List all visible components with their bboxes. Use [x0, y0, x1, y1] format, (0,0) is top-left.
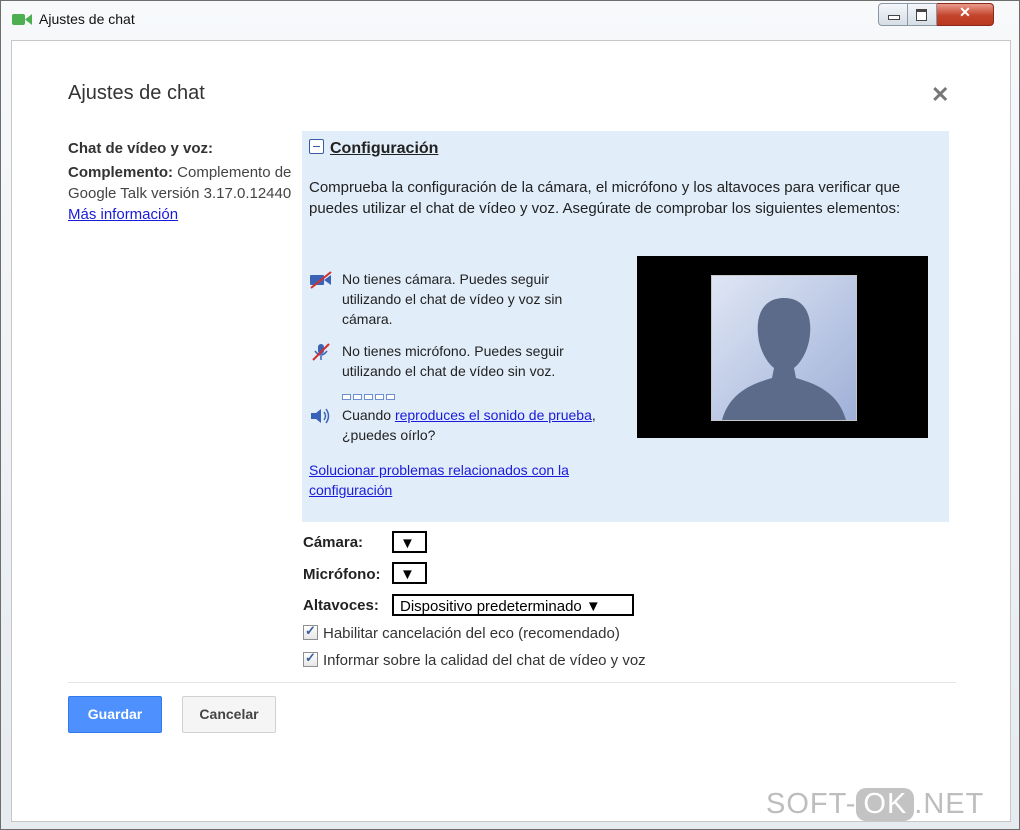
plugin-label: Complemento: — [68, 164, 173, 181]
speaker-icon — [311, 408, 330, 424]
quality-report-option[interactable]: Informar sobre la calidad del chat de ví… — [303, 650, 646, 669]
microphone-label: Micrófono: — [303, 566, 381, 583]
maximize-button[interactable] — [908, 3, 937, 26]
minimize-icon — [888, 15, 900, 20]
maximize-icon — [916, 9, 927, 21]
video-camera-icon — [12, 14, 32, 25]
no-camera-icon — [310, 271, 332, 289]
no-camera-text: No tienes cámara. Puedes seguir utilizan… — [342, 271, 563, 327]
speakers-label: Altavoces: — [303, 597, 379, 614]
echo-cancel-option[interactable]: Habilitar cancelación del eco (recomenda… — [303, 623, 620, 642]
configuration-title: Configuración — [330, 140, 439, 157]
title-bar[interactable]: Ajustes de chat ✕ — [1, 1, 1019, 39]
section-heading: Chat de vídeo y voz: — [68, 140, 214, 157]
close-icon[interactable]: ✕ — [931, 82, 949, 108]
quality-report-label: Informar sobre la calidad del chat de ví… — [323, 652, 646, 669]
no-microphone-icon — [312, 343, 330, 361]
person-silhouette-icon — [722, 298, 846, 420]
play-test-sound-link[interactable]: reproduces el sonido de prueba — [395, 407, 592, 423]
watermark-left: SOFT- — [766, 788, 857, 820]
save-button[interactable]: Guardar — [68, 696, 162, 733]
plugin-description: Complemento: Complemento de Google Talk … — [68, 162, 308, 225]
echo-cancel-checkbox[interactable] — [303, 623, 318, 640]
dialog-title: Ajustes de chat — [68, 82, 205, 104]
speaker-test-prefix: Cuando — [342, 407, 395, 423]
collapse-icon — [309, 139, 324, 154]
watermark: SOFT- OK .NET — [766, 788, 984, 821]
configuration-panel: Configuración Comprueba la configuración… — [302, 131, 949, 522]
microphone-status: No tienes micrófono. Puedes seguir utili… — [309, 341, 609, 383]
window-close-button[interactable]: ✕ — [937, 3, 994, 26]
caption-buttons: ✕ — [878, 3, 994, 26]
app-window: Ajustes de chat ✕ Ajustes de chat ✕ Chat… — [0, 0, 1020, 830]
microphone-select[interactable]: ▼ — [392, 562, 427, 584]
default-avatar-image — [711, 275, 857, 421]
configuration-toggle[interactable]: Configuración — [309, 138, 438, 158]
speaker-test-text: Cuando reproduces el sonido de prueba, ¿… — [342, 405, 612, 445]
window-title: Ajustes de chat — [39, 11, 135, 27]
speaker-test: Cuando reproduces el sonido de prueba, ¿… — [309, 405, 609, 447]
camera-label: Cámara: — [303, 534, 364, 551]
window-close-icon: ✕ — [959, 4, 971, 20]
plugin-info: Chat de vídeo y voz: Complemento: Comple… — [68, 138, 308, 225]
minimize-button[interactable] — [878, 3, 908, 26]
watermark-right: .NET — [914, 788, 985, 820]
no-microphone-text: No tienes micrófono. Puedes seguir utili… — [342, 343, 564, 379]
configuration-intro: Comprueba la configuración de la cámara,… — [309, 179, 901, 217]
audio-level-meter — [342, 394, 395, 400]
watermark-badge: OK — [856, 788, 915, 821]
troubleshoot-link[interactable]: Solucionar problemas relacionados con la… — [309, 462, 569, 498]
camera-preview — [637, 256, 928, 438]
troubleshoot-section: Solucionar problemas relacionados con la… — [309, 460, 639, 500]
quality-report-checkbox[interactable] — [303, 650, 318, 667]
dialog-body: Ajustes de chat ✕ Chat de vídeo y voz: C… — [11, 40, 1011, 774]
echo-cancel-label: Habilitar cancelación del eco (recomenda… — [323, 625, 620, 642]
more-info-link[interactable]: Más información — [68, 206, 178, 223]
cancel-button[interactable]: Cancelar — [182, 696, 276, 733]
camera-status: No tienes cámara. Puedes seguir utilizan… — [309, 269, 609, 331]
speakers-select[interactable]: Dispositivo predeterminado ▼ — [392, 594, 634, 616]
camera-select[interactable]: ▼ — [392, 531, 427, 553]
divider — [68, 682, 956, 683]
